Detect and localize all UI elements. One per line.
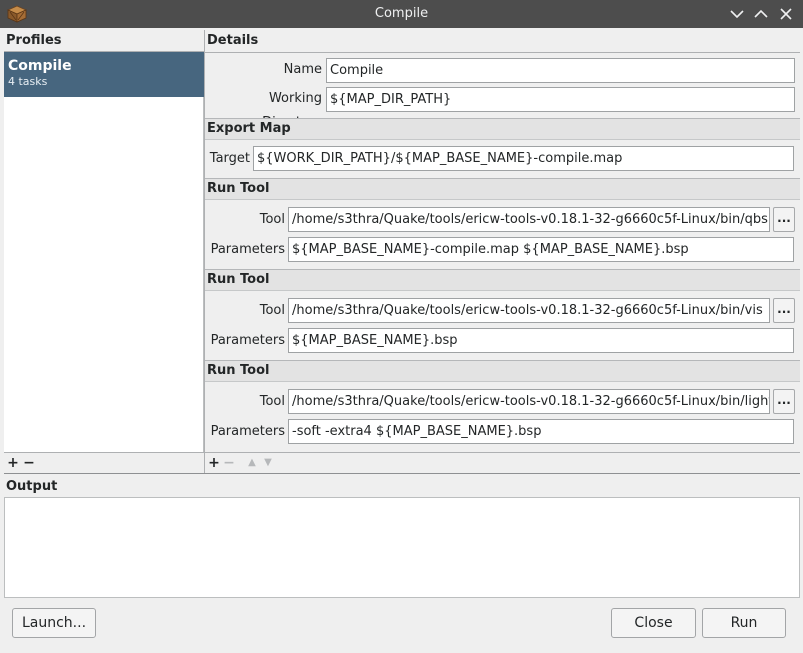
details-panel: Details Name Compile Working Directory $…: [205, 30, 800, 451]
run-tool-header: Run Tool: [205, 269, 800, 291]
tasks-toolbar: + − ▲ ▼: [207, 453, 287, 473]
export-map-header: Export Map: [205, 118, 800, 140]
run-tool-header: Run Tool: [205, 360, 800, 382]
profiles-list[interactable]: Compile 4 tasks: [4, 52, 204, 452]
browse-button[interactable]: ...: [773, 298, 795, 323]
chevron-up-icon[interactable]: [751, 4, 771, 24]
output-header: Output: [6, 479, 58, 494]
target-field[interactable]: ${WORK_DIR_PATH}/${MAP_BASE_NAME}-compil…: [253, 146, 794, 171]
add-profile-button[interactable]: +: [6, 453, 20, 473]
browse-button[interactable]: ...: [773, 207, 795, 232]
name-label: Name: [283, 62, 322, 77]
target-label: Target: [209, 151, 250, 166]
move-down-button[interactable]: ▼: [261, 453, 275, 473]
profile-item-compile[interactable]: Compile 4 tasks: [4, 52, 204, 97]
splitter-horizontal[interactable]: [4, 473, 800, 474]
chevron-down-icon[interactable]: [727, 4, 747, 24]
parameters-field[interactable]: ${MAP_BASE_NAME}.bsp: [288, 328, 794, 353]
divider: [205, 52, 800, 53]
divider: [205, 452, 800, 453]
profiles-toolbar: + −: [6, 453, 46, 473]
tool-path-field[interactable]: /home/s3thra/Quake/tools/ericw-tools-v0.…: [288, 207, 770, 232]
parameters-field[interactable]: -soft -extra4 ${MAP_BASE_NAME}.bsp: [288, 419, 794, 444]
parameters-label: Parameters: [210, 242, 285, 257]
parameters-field[interactable]: ${MAP_BASE_NAME}-compile.map ${MAP_BASE_…: [288, 237, 794, 262]
close-button[interactable]: Close: [611, 608, 696, 638]
details-header: Details: [207, 33, 259, 48]
working-directory-label: Working Directory: [262, 91, 322, 130]
output-text-area[interactable]: [4, 497, 800, 598]
tool-label: Tool: [259, 394, 285, 409]
browse-button[interactable]: ...: [773, 389, 795, 414]
remove-task-button[interactable]: −: [222, 453, 236, 473]
run-tool-header: Run Tool: [205, 178, 800, 200]
profile-name: Compile: [8, 58, 72, 74]
profile-task-count: 4 tasks: [8, 75, 48, 88]
tool-label: Tool: [259, 303, 285, 318]
tool-path-field[interactable]: /home/s3thra/Quake/tools/ericw-tools-v0.…: [288, 298, 770, 323]
launch-button[interactable]: Launch...: [12, 608, 96, 638]
name-field[interactable]: Compile: [326, 58, 795, 83]
window-title: Compile: [374, 6, 429, 21]
tool-path-field[interactable]: /home/s3thra/Quake/tools/ericw-tools-v0.…: [288, 389, 770, 414]
close-icon[interactable]: [776, 4, 796, 24]
tool-label: Tool: [259, 212, 285, 227]
profiles-header: Profiles: [6, 33, 62, 48]
parameters-label: Parameters: [210, 333, 285, 348]
title-bar: Compile: [0, 0, 803, 28]
move-up-button[interactable]: ▲: [245, 453, 259, 473]
working-directory-field[interactable]: ${MAP_DIR_PATH}: [326, 87, 795, 112]
run-button[interactable]: Run: [702, 608, 786, 638]
remove-profile-button[interactable]: −: [22, 453, 36, 473]
parameters-label: Parameters: [210, 424, 285, 439]
add-task-button[interactable]: +: [207, 453, 221, 473]
